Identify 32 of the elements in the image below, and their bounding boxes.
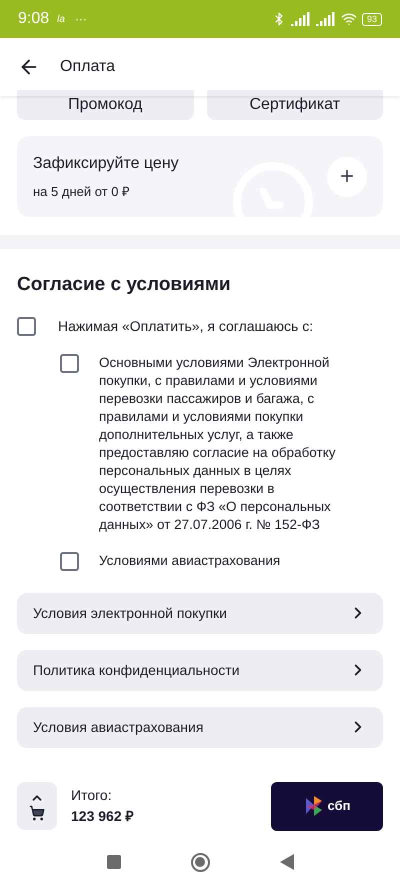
promo-button[interactable]: Промокод bbox=[17, 90, 194, 120]
home-nav-icon[interactable] bbox=[190, 852, 210, 872]
sbp-logo-icon bbox=[304, 796, 324, 816]
checkbox[interactable] bbox=[60, 354, 79, 372]
cart-icon bbox=[29, 805, 45, 821]
recents-nav-icon[interactable] bbox=[106, 855, 120, 869]
add-button[interactable]: + bbox=[327, 156, 367, 196]
total-amount: 123 962 ₽ bbox=[71, 807, 134, 826]
clock: 9:08 bbox=[18, 9, 50, 29]
battery-indicator: 93 bbox=[362, 12, 382, 26]
cart-toggle-button[interactable] bbox=[17, 782, 57, 830]
terms-link-row[interactable]: Политика конфиденциальности bbox=[17, 650, 383, 690]
checkbox-label: Основными условиями Электронной покупки, с правилами и условиями перевозки пассажиров и багажа, с правилами и условиями покупки дополнительных услуг, а также предоставляю согласие на обработку персональных данных в целях осуществления перевозки в соответствии с ФЗ «О персональных данных» от 27.07.2006 г. № 152-ФЗ bbox=[99, 354, 337, 534]
carrier-label: la bbox=[57, 12, 65, 26]
section-title: Согласие с условиями bbox=[17, 273, 232, 297]
signal-icon bbox=[316, 12, 336, 26]
wifi-icon bbox=[340, 11, 357, 27]
checkbox-label: Нажимая «Оплатить», я соглашаюсь с: bbox=[58, 316, 314, 336]
total-label: Итого: bbox=[71, 786, 113, 805]
checkbox[interactable] bbox=[17, 316, 36, 336]
checkbox[interactable] bbox=[60, 552, 79, 570]
sbp-pay-button[interactable]: сбп bbox=[271, 782, 383, 830]
more-indicator: ··· bbox=[74, 11, 87, 28]
page-title: Оплата bbox=[60, 57, 116, 77]
card-subtitle: на 5 дней от 0 ₽ bbox=[33, 182, 132, 201]
terms-link-row[interactable]: Условия авиастрахования bbox=[17, 706, 383, 748]
signal-icon bbox=[290, 12, 311, 26]
checkbox-label: Условиями авиастрахования bbox=[99, 552, 280, 570]
terms-link-row[interactable]: Условия электронной покупки bbox=[17, 592, 383, 634]
card-title: Зафиксируйте цену bbox=[33, 154, 179, 174]
promo-button[interactable]: Сертификат bbox=[206, 90, 383, 120]
back-nav-icon[interactable] bbox=[280, 854, 294, 870]
